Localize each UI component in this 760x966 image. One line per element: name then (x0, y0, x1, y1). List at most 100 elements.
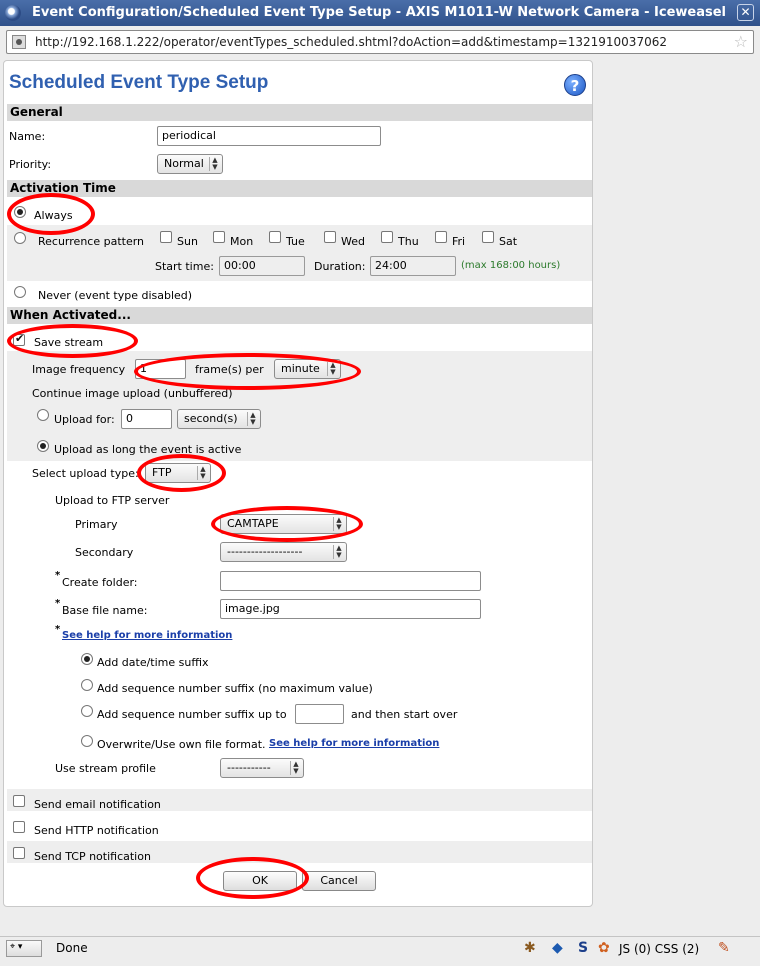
frames-input[interactable]: 1 (135, 359, 186, 379)
window-titlebar: Event Configuration/Scheduled Event Type… (0, 0, 760, 26)
ok-button[interactable]: OK (223, 871, 297, 891)
suffix-datetime-label: Add date/time suffix (97, 656, 209, 669)
tcp-checkbox[interactable] (13, 847, 25, 859)
email-label: Send email notification (34, 798, 161, 811)
save-stream-checkbox[interactable] (13, 332, 25, 346)
section-when-activated-header: When Activated... (7, 307, 592, 324)
chevron-updown-icon: ▲ ▼ (209, 157, 220, 171)
chevron-updown-icon: ▲ ▼ (327, 362, 338, 376)
diamond-icon[interactable]: ◆ (552, 940, 563, 956)
stream-profile-value: ----------- (227, 761, 271, 774)
start-time-label: Start time: (155, 260, 214, 273)
chevron-updown-icon: ▲ ▼ (333, 545, 344, 559)
chevron-updown-icon: ▲ ▼ (247, 412, 258, 426)
page-content: Scheduled Event Type Setup ? General Nam… (3, 60, 593, 907)
page-title: Scheduled Event Type Setup (9, 72, 269, 93)
day-label-fri: Fri (452, 235, 466, 248)
day-checkbox-thu[interactable] (381, 231, 393, 243)
bug-icon[interactable]: ✱ (524, 940, 536, 956)
http-checkbox[interactable] (13, 821, 25, 833)
secondary-server-select[interactable]: ------------------- ▲ ▼ (220, 542, 347, 562)
browser-icon (5, 5, 21, 21)
status-dropdown[interactable]: ⌖ ▾ (6, 940, 42, 957)
suffix-upto-after-label: and then start over (351, 708, 458, 721)
section-general-header: General (7, 104, 592, 121)
suffix-datetime-radio[interactable] (81, 653, 93, 665)
frequency-unit-select[interactable]: minute ▲ ▼ (274, 359, 341, 379)
chevron-updown-icon: ▲ ▼ (290, 761, 301, 775)
upload-for-input[interactable]: 0 (121, 409, 172, 429)
day-checkbox-wed[interactable] (324, 231, 336, 243)
day-checkbox-mon[interactable] (213, 231, 225, 243)
continue-upload-label: Continue image upload (unbuffered) (32, 387, 233, 400)
help-icon[interactable]: ? (564, 74, 586, 96)
site-identity-icon[interactable] (12, 35, 26, 49)
priority-label: Priority: (9, 158, 52, 171)
email-checkbox[interactable] (13, 795, 25, 807)
close-icon[interactable]: ✕ (737, 4, 754, 21)
upload-for-radio[interactable] (37, 409, 49, 421)
section-activation-header: Activation Time (7, 180, 592, 197)
day-checkbox-sat[interactable] (482, 231, 494, 243)
primary-server-select[interactable]: CAMTAPE ▲ ▼ (220, 514, 347, 534)
name-label: Name: (9, 130, 46, 143)
required-star: * (55, 598, 61, 609)
address-bar[interactable]: http://192.168.1.222/operator/eventTypes… (6, 30, 754, 54)
stream-profile-label: Use stream profile (55, 762, 156, 775)
stream-profile-select[interactable]: ----------- ▲ ▼ (220, 758, 304, 778)
duration-hint: (max 168:00 hours) (461, 260, 561, 271)
js-css-counter: JS (0) CSS (2) (619, 942, 700, 956)
suffix-upto-input[interactable] (295, 704, 344, 724)
window-title: Event Configuration/Scheduled Event Type… (32, 5, 727, 20)
start-time-input[interactable]: 00:00 (219, 256, 305, 276)
url-text[interactable]: http://192.168.1.222/operator/eventTypes… (35, 35, 667, 49)
bookmark-star-icon[interactable]: ☆ (734, 32, 748, 51)
overwrite-help-link[interactable]: See help for more information (269, 738, 439, 749)
secondary-label: Secondary (75, 546, 134, 559)
day-label-wed: Wed (341, 235, 365, 248)
overwrite-radio[interactable] (81, 735, 93, 747)
day-checkbox-fri[interactable] (435, 231, 447, 243)
upload-active-radio[interactable] (37, 440, 49, 452)
required-star: * (55, 570, 61, 581)
never-label: Never (event type disabled) (38, 289, 193, 302)
suffix-upto-radio[interactable] (81, 705, 93, 717)
duration-input[interactable]: 24:00 (370, 256, 456, 276)
upload-type-select[interactable]: FTP ▲ ▼ (145, 463, 211, 483)
save-stream-label: Save stream (34, 336, 104, 349)
base-file-input[interactable]: image.jpg (220, 599, 481, 619)
upload-for-unit-value: second(s) (184, 412, 238, 425)
create-folder-input[interactable] (220, 571, 481, 591)
day-label-tue: Tue (286, 235, 305, 248)
cancel-button[interactable]: Cancel (302, 871, 376, 891)
frequency-unit-value: minute (281, 362, 320, 375)
suffix-sequence-radio[interactable] (81, 679, 93, 691)
always-radio[interactable] (14, 206, 26, 218)
create-folder-label: Create folder: (62, 576, 138, 589)
primary-server-value: CAMTAPE (227, 517, 279, 530)
day-checkbox-tue[interactable] (269, 231, 281, 243)
secondary-server-value: ------------------- (227, 545, 303, 558)
status-text: Done (56, 941, 88, 955)
ftp-server-label: Upload to FTP server (55, 494, 170, 507)
required-star: * (55, 624, 61, 635)
duration-label: Duration: (314, 260, 366, 273)
primary-label: Primary (75, 518, 118, 531)
always-label: Always (34, 209, 73, 222)
name-input[interactable]: periodical (157, 126, 381, 146)
http-label: Send HTTP notification (34, 824, 159, 837)
chevron-updown-icon: ▲ ▼ (197, 466, 208, 480)
fox-icon[interactable]: ✿ (598, 940, 610, 956)
never-radio[interactable] (14, 286, 26, 298)
priority-select[interactable]: Normal ▲ ▼ (157, 154, 223, 174)
brush-icon[interactable]: ✎ (718, 940, 730, 956)
frames-per-label: frame(s) per (195, 363, 264, 376)
day-checkbox-sun[interactable] (160, 231, 172, 243)
image-frequency-label: Image frequency (32, 363, 126, 376)
help-link[interactable]: See help for more information (62, 630, 232, 641)
recurrence-radio[interactable] (14, 232, 26, 244)
upload-for-unit-select[interactable]: second(s) ▲ ▼ (177, 409, 261, 429)
s-icon[interactable]: S (578, 940, 588, 956)
day-label-sat: Sat (499, 235, 518, 248)
tcp-label: Send TCP notification (34, 850, 151, 863)
